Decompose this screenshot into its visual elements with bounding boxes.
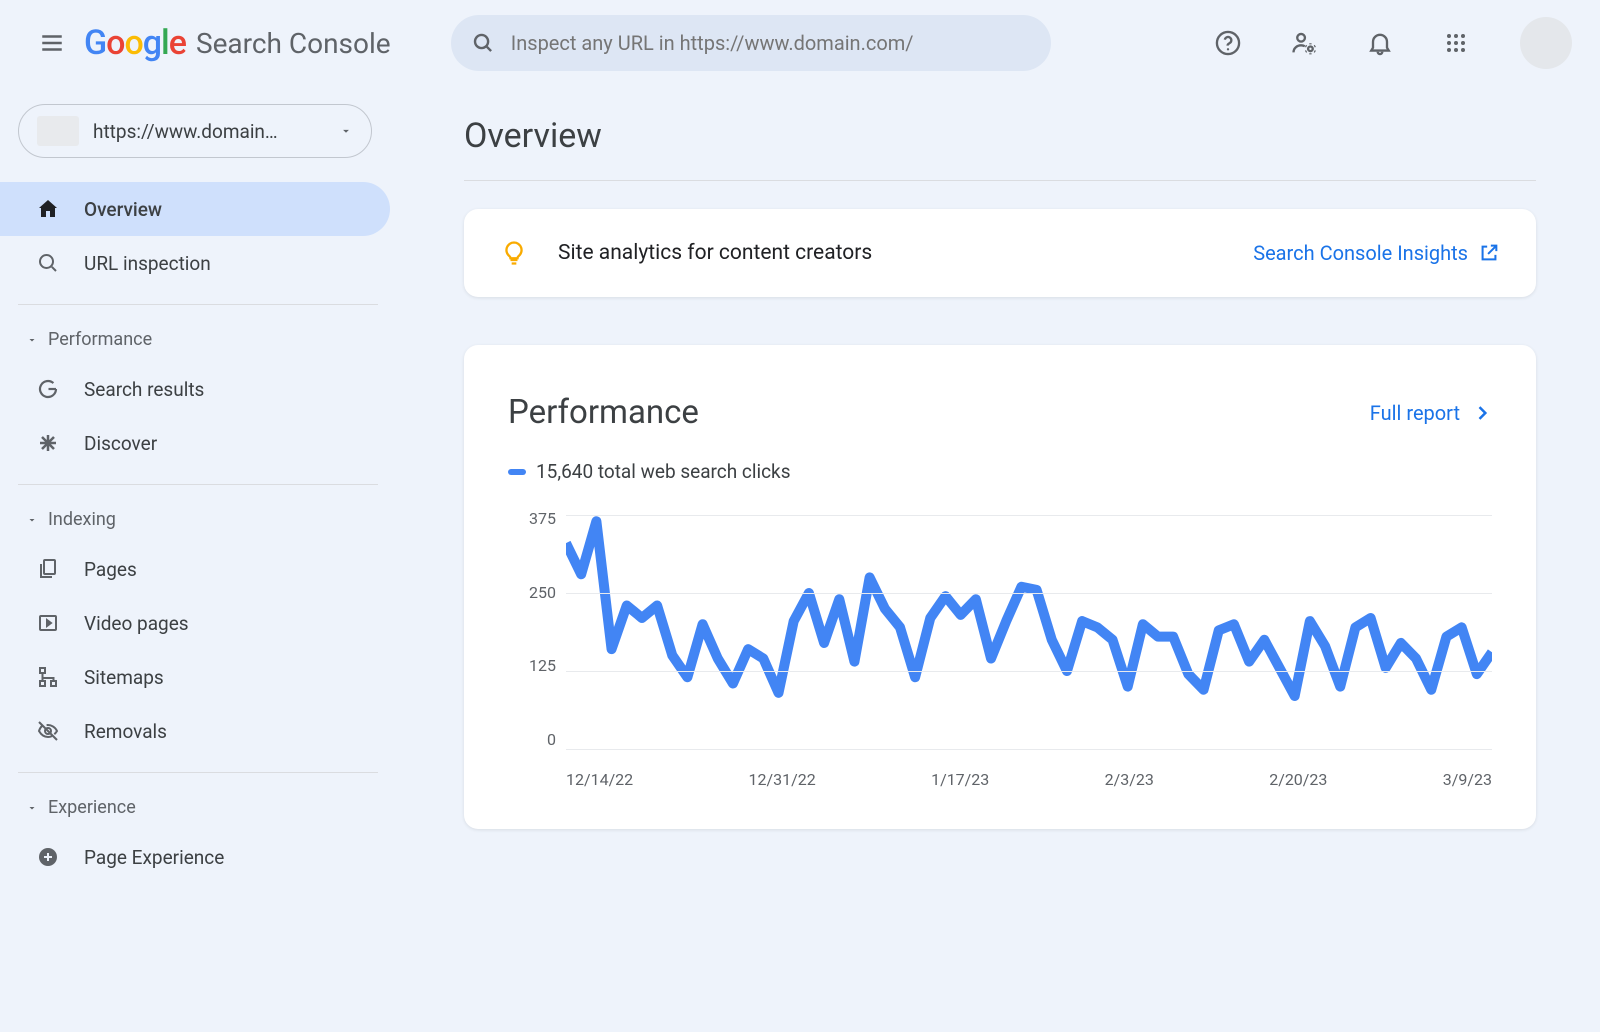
sidebar-item-discover[interactable]: Discover [0,416,390,470]
notifications-button[interactable] [1356,19,1404,67]
sidebar-section-label: Indexing [48,509,116,530]
divider [18,484,378,485]
hamburger-icon [39,30,65,56]
asterisk-icon [34,429,62,457]
bell-icon [1366,29,1394,57]
apps-grid-icon [1444,31,1468,55]
gridline [566,749,1492,750]
y-tick-label: 250 [529,583,556,602]
search-icon [34,249,62,277]
user-settings-button[interactable] [1280,19,1328,67]
x-tick-label: 2/3/23 [1105,770,1154,789]
gridline [566,671,1492,672]
sidebar-section-label: Experience [48,797,136,818]
user-gear-icon [1290,29,1318,57]
circle-plus-icon [34,843,62,871]
divider [464,180,1536,181]
property-thumbnail [37,116,79,146]
legend-text: 15,640 total web search clicks [536,460,791,483]
g-icon [34,375,62,403]
gridline [566,515,1492,516]
sidebar-section-experience[interactable]: Experience [0,787,400,830]
sidebar-item-video-pages[interactable]: Video pages [0,596,390,650]
account-avatar[interactable] [1520,17,1572,69]
sidebar-item-label: Search results [84,378,204,401]
full-report-label: Full report [1370,401,1460,425]
gridline [566,593,1492,594]
sidebar-section-indexing[interactable]: Indexing [0,499,400,542]
sidebar-item-label: Video pages [84,612,189,635]
sidebar-section-label: Performance [48,329,152,350]
sidebar-item-url-inspection[interactable]: URL inspection [0,236,390,290]
sitemap-icon [34,663,62,691]
sidebar-item-search-results[interactable]: Search results [0,362,390,416]
hamburger-menu-button[interactable] [28,19,76,67]
url-inspect-search[interactable] [451,15,1051,71]
sidebar-item-sitemaps[interactable]: Sitemaps [0,650,390,704]
google-logo-text: Google [84,23,186,63]
chart-line [566,521,1492,696]
x-tick-label: 12/31/22 [749,770,816,789]
y-tick-label: 125 [529,656,556,675]
external-link-icon [1478,242,1500,264]
chevron-down-icon [26,334,38,346]
product-name: Search Console [196,27,391,60]
video-icon [34,609,62,637]
performance-chart: 375 250 125 0 12/14/22 12/31/22 1/17/23 2/3/23… [508,509,1492,789]
sidebar-item-label: URL inspection [84,252,211,275]
sidebar: https://www.domain… Overview URL inspecti… [0,86,400,884]
chevron-down-icon [26,802,38,814]
apps-button[interactable] [1432,19,1480,67]
lightbulb-icon [500,239,528,267]
help-icon [1214,29,1242,57]
x-tick-label: 2/20/23 [1269,770,1327,789]
property-label: https://www.domain… [93,120,325,143]
legend-swatch [508,469,526,475]
property-selector[interactable]: https://www.domain… [18,104,372,158]
full-report-link[interactable]: Full report [1370,401,1492,425]
url-inspect-input[interactable] [511,31,1031,55]
chevron-down-icon [26,514,38,526]
top-actions [1204,17,1572,69]
sidebar-item-label: Sitemaps [84,666,164,689]
y-tick-label: 375 [529,509,556,528]
sidebar-item-page-experience[interactable]: Page Experience [0,830,390,884]
performance-title: Performance [508,393,1370,432]
main-content: Overview Site analytics for content crea… [400,86,1600,884]
sidebar-item-label: Removals [84,720,167,743]
insights-link[interactable]: Search Console Insights [1253,241,1500,265]
insights-link-label: Search Console Insights [1253,241,1468,265]
chevron-down-icon [339,124,353,138]
sidebar-item-removals[interactable]: Removals [0,704,390,758]
page-title: Overview [464,116,1536,156]
performance-card: Performance Full report 15,640 total web… [464,345,1536,829]
x-tick-label: 3/9/23 [1443,770,1492,789]
search-icon [471,30,495,56]
sidebar-item-label: Overview [84,198,162,221]
home-icon [34,195,62,223]
help-button[interactable] [1204,19,1252,67]
sidebar-item-label: Discover [84,432,157,455]
topbar: Google Search Console [0,0,1600,86]
divider [18,772,378,773]
insights-text: Site analytics for content creators [558,241,1223,265]
insights-banner: Site analytics for content creators Sear… [464,209,1536,297]
chart-legend: 15,640 total web search clicks [508,460,1492,483]
product-logo[interactable]: Google Search Console [84,23,391,63]
sidebar-item-label: Page Experience [84,846,224,869]
divider [18,304,378,305]
visibility-off-icon [34,717,62,745]
x-tick-label: 1/17/23 [931,770,989,789]
pages-icon [34,555,62,583]
chevron-right-icon [1472,403,1492,423]
sidebar-item-label: Pages [84,558,137,581]
x-tick-label: 12/14/22 [566,770,633,789]
sidebar-section-performance[interactable]: Performance [0,319,400,362]
sidebar-item-overview[interactable]: Overview [0,182,390,236]
sidebar-item-pages[interactable]: Pages [0,542,390,596]
y-tick-label: 0 [547,730,556,749]
